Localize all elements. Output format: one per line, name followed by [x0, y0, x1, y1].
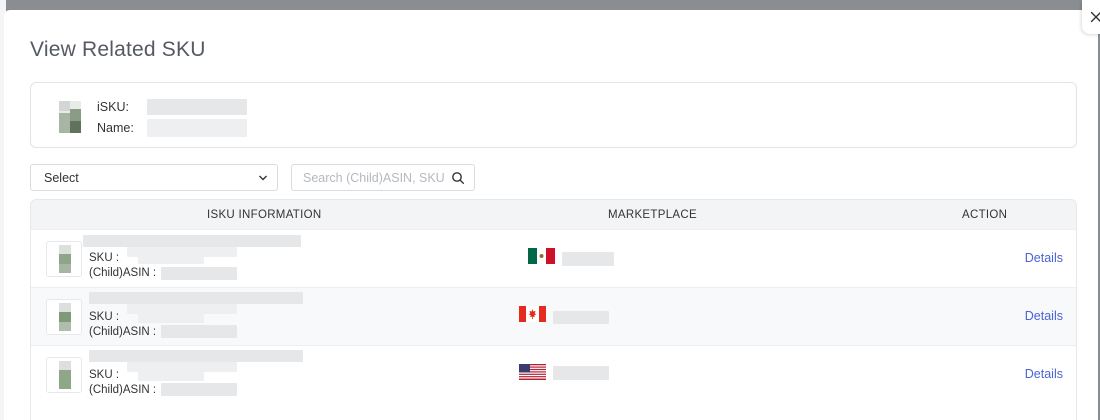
marketplace-select[interactable]: Select — [30, 164, 278, 191]
close-icon — [1090, 11, 1100, 23]
asin-value-redacted — [161, 325, 237, 338]
search-icon[interactable] — [451, 171, 465, 185]
asin-label: (Child)ASIN : — [89, 326, 157, 338]
header-marketplace: MARKETPLACE — [608, 209, 697, 221]
modal-title: View Related SKU — [30, 38, 206, 61]
table-row: SKU : (Child)ASIN : Details — [31, 287, 1076, 345]
sku-value-redacted — [138, 369, 204, 381]
asin-value-redacted — [161, 383, 237, 396]
search-box — [291, 164, 475, 191]
header-isku-information: ISKU INFORMATION — [207, 209, 322, 221]
sku-label: SKU : — [89, 311, 120, 323]
canada-flag-icon — [519, 306, 546, 322]
product-thumbnail — [46, 241, 82, 277]
sku-label: SKU : — [89, 369, 120, 381]
isku-label: iSKU: — [97, 100, 129, 114]
product-title-redacted — [83, 235, 301, 247]
sku-value-redacted — [138, 252, 204, 264]
product-thumbnail — [46, 299, 82, 335]
mexico-flag-icon — [528, 248, 555, 264]
name-value-redacted — [147, 119, 247, 137]
sku-value-redacted — [138, 311, 204, 323]
related-sku-modal: View Related SKU iSKU: Name: Select Sear… — [4, 10, 1098, 420]
details-link[interactable]: Details — [1025, 309, 1063, 323]
isku-thumbnail — [59, 101, 81, 133]
marketplace-name-redacted — [553, 311, 609, 324]
table-header: ISKU INFORMATION MARKETPLACE ACTION — [31, 200, 1076, 229]
name-label: Name: — [97, 121, 134, 135]
marketplace-name-redacted — [562, 252, 614, 266]
table-row: SKU : (Child)ASIN : Details — [31, 345, 1076, 403]
isku-summary-card: iSKU: Name: — [30, 82, 1077, 148]
usa-flag-icon — [519, 364, 546, 380]
select-value: Select — [44, 171, 79, 185]
details-link[interactable]: Details — [1025, 367, 1063, 381]
product-thumbnail — [46, 357, 82, 393]
details-link[interactable]: Details — [1025, 251, 1063, 265]
close-button[interactable] — [1082, 0, 1100, 34]
asin-value-redacted — [161, 267, 237, 280]
isku-value-redacted — [147, 99, 247, 115]
product-title-redacted — [89, 350, 303, 362]
product-title-redacted — [89, 292, 303, 304]
asin-label: (Child)ASIN : — [89, 267, 157, 279]
isku-labels: iSKU: Name: — [97, 97, 134, 139]
search-input[interactable] — [292, 165, 444, 190]
sku-label: SKU : — [89, 252, 120, 264]
marketplace-name-redacted — [553, 366, 609, 380]
chevron-down-icon — [259, 175, 267, 181]
related-sku-table: ISKU INFORMATION MARKETPLACE ACTION SKU … — [30, 199, 1077, 420]
header-action: ACTION — [962, 209, 1008, 221]
asin-label: (Child)ASIN : — [89, 384, 157, 396]
table-row: SKU : (Child)ASIN : Details — [31, 229, 1076, 287]
